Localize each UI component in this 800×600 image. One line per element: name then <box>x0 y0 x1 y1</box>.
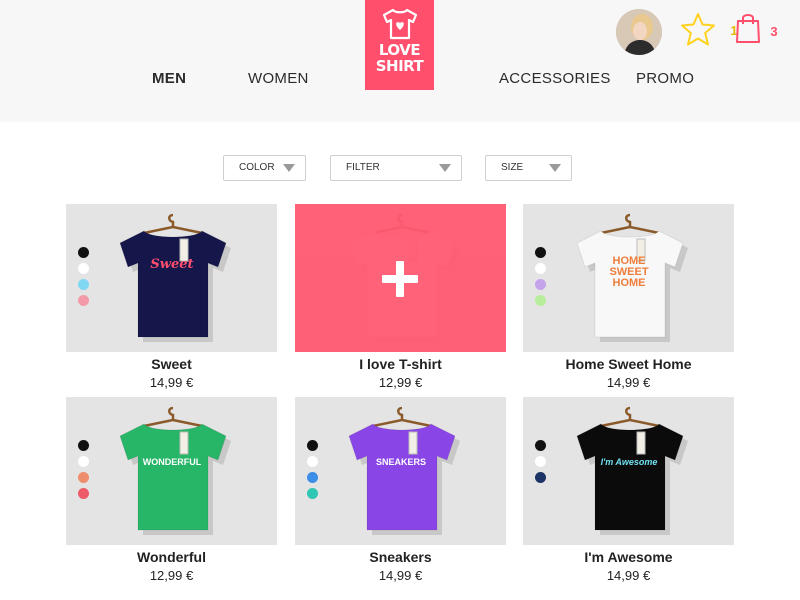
shirt-print-text: SNEAKERS <box>375 457 426 467</box>
product-name[interactable]: Wonderful <box>66 549 277 565</box>
nav-accessories[interactable]: ACCESSORIES <box>499 70 611 87</box>
color-swatch[interactable] <box>78 263 89 274</box>
product-price: 14,99 € <box>149 375 194 390</box>
shirt-print-text: HOME SWEET HOME <box>609 255 649 289</box>
brand-logo[interactable]: LOVE SHIRT <box>365 0 434 90</box>
chevron-down-icon <box>549 164 561 172</box>
product-card[interactable] <box>295 204 506 352</box>
filter-dropdown[interactable]: FILTER <box>330 155 462 181</box>
product-price: 12,99 € <box>149 568 194 583</box>
product-price: 14,99 € <box>606 568 651 583</box>
color-swatch[interactable] <box>535 440 546 451</box>
product-name[interactable]: I love T-shirt <box>295 356 506 372</box>
avatar[interactable] <box>616 9 662 55</box>
favorites-star-icon[interactable]: 1 <box>680 12 738 48</box>
color-swatch[interactable] <box>78 295 89 306</box>
color-swatch[interactable] <box>307 488 318 499</box>
product-card[interactable]: HOME SWEET HOME <box>523 204 734 352</box>
chevron-down-icon <box>283 164 295 172</box>
size-dropdown-label: SIZE <box>501 162 524 173</box>
color-swatch[interactable] <box>307 440 318 451</box>
color-swatch[interactable] <box>78 456 89 467</box>
product-card[interactable]: Sweet <box>66 204 277 352</box>
color-swatch[interactable] <box>78 279 89 290</box>
product-name[interactable]: Sweet <box>66 356 277 372</box>
header: MEN WOMEN ACCESSORIES PROMO LOVE SHIRT 1 <box>0 0 800 122</box>
filter-dropdown-label: FILTER <box>346 162 380 173</box>
size-dropdown[interactable]: SIZE <box>485 155 572 181</box>
color-swatch[interactable] <box>78 472 89 483</box>
tshirt-image <box>576 406 688 535</box>
product-card[interactable]: WONDERFUL <box>66 397 277 545</box>
color-swatches <box>535 440 546 488</box>
color-dropdown[interactable]: COLOR <box>223 155 306 181</box>
product-card[interactable]: SNEAKERS <box>295 397 506 545</box>
color-swatch[interactable] <box>535 456 546 467</box>
tshirt-image <box>348 406 460 535</box>
product-price: 14,99 € <box>378 568 423 583</box>
product-card[interactable]: I'm Awesome <box>523 397 734 545</box>
cart-bag-icon[interactable]: 3 <box>735 12 778 44</box>
color-swatch[interactable] <box>535 472 546 483</box>
color-swatch[interactable] <box>307 472 318 483</box>
product-price: 14,99 € <box>606 375 651 390</box>
color-dropdown-label: COLOR <box>239 162 275 173</box>
color-swatches <box>535 247 546 311</box>
chevron-down-icon <box>439 164 451 172</box>
color-swatch[interactable] <box>78 440 89 451</box>
color-swatches <box>307 440 318 504</box>
add-to-cart-overlay[interactable] <box>295 204 506 352</box>
shirt-print-text: I'm Awesome <box>600 457 658 467</box>
cart-count: 3 <box>770 24 778 39</box>
color-swatch[interactable] <box>535 279 546 290</box>
shirt-print-text: Sweet <box>150 257 194 272</box>
color-swatch[interactable] <box>307 456 318 467</box>
tshirt-image <box>119 213 231 342</box>
color-swatches <box>78 440 89 504</box>
product-name[interactable]: Sneakers <box>295 549 506 565</box>
color-swatch[interactable] <box>535 295 546 306</box>
product-price: 12,99 € <box>378 375 423 390</box>
product-name[interactable]: I'm Awesome <box>523 549 734 565</box>
logo-text: LOVE SHIRT <box>375 41 424 75</box>
color-swatch[interactable] <box>535 263 546 274</box>
color-swatch[interactable] <box>78 247 89 258</box>
color-swatch[interactable] <box>535 247 546 258</box>
color-swatches <box>78 247 89 311</box>
color-swatch[interactable] <box>78 488 89 499</box>
nav-men[interactable]: MEN <box>152 70 186 87</box>
tshirt-heart-icon <box>382 8 417 40</box>
shirt-print-text: WONDERFUL <box>142 457 202 467</box>
nav-women[interactable]: WOMEN <box>248 70 309 87</box>
nav-promo[interactable]: PROMO <box>636 70 694 87</box>
product-name[interactable]: Home Sweet Home <box>523 356 734 372</box>
tshirt-image <box>119 406 231 535</box>
